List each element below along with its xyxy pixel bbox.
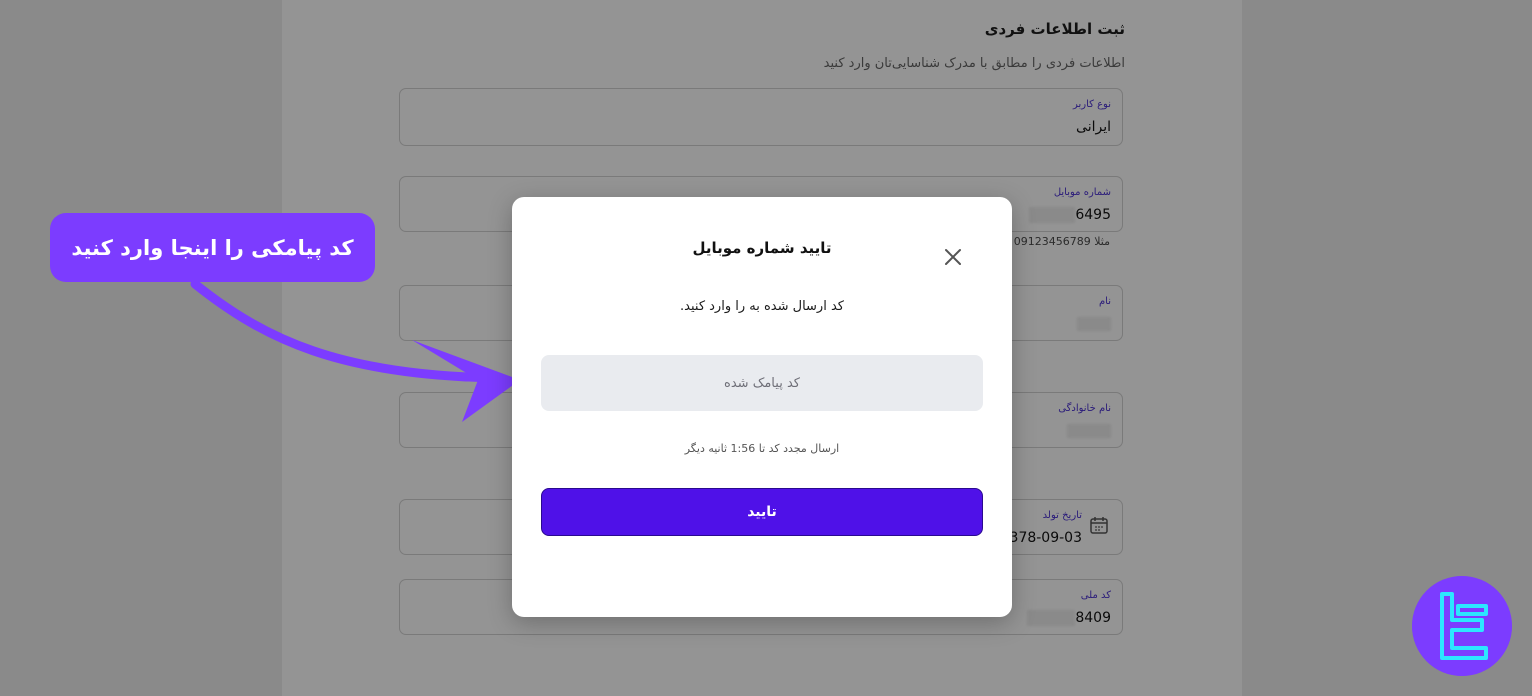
first-name-value (1077, 316, 1111, 332)
callout-bubble: کد پیامکی را اینجا وارد کنید (50, 213, 375, 282)
mobile-value: 6495 (1029, 207, 1111, 223)
national-id-digits: 8409 (1075, 610, 1111, 626)
redacted-block (1029, 207, 1076, 223)
birth-date-label: تاریخ تولد (1042, 510, 1082, 521)
form-title: ثبت اطلاعات فردی (984, 20, 1125, 38)
user-type-field[interactable]: نوع کاربر ایرانی (399, 88, 1123, 146)
national-id-value: 8409 (1027, 610, 1111, 626)
verify-mobile-modal: تایید شماره موبایل کد ارسال شده به را وا… (512, 197, 1012, 617)
redacted-block (1067, 424, 1111, 438)
mobile-label: شماره موبایل (1053, 187, 1111, 198)
modal-instruction: کد ارسال شده به را وارد کنید. (680, 299, 844, 314)
national-id-label: کد ملی (1080, 590, 1111, 601)
confirm-button[interactable]: تایید (541, 488, 983, 536)
close-icon[interactable] (940, 244, 966, 270)
calendar-icon[interactable] (1089, 515, 1109, 535)
brand-logo (1412, 576, 1512, 676)
redacted-block (1077, 317, 1111, 331)
user-type-value: ایرانی (1076, 119, 1111, 135)
last-name-label: نام خانوادگی (1058, 403, 1111, 414)
resend-timer: ارسال مجدد کد تا 1:56 ثانیه دیگر (684, 442, 840, 455)
callout-text: کد پیامکی را اینجا وارد کنید (71, 235, 354, 260)
modal-title: تایید شماره موبایل (692, 239, 832, 257)
redacted-block (1027, 610, 1076, 626)
user-type-label: نوع کاربر (1072, 99, 1111, 110)
sms-code-input[interactable] (541, 355, 983, 411)
first-name-label: نام (1098, 296, 1111, 307)
last-name-value (1067, 423, 1111, 439)
mobile-hint: مثلا 09123456789 (1013, 235, 1110, 248)
mobile-value-digits: 6495 (1075, 207, 1111, 223)
birth-date-value: 1378-09-03 (1000, 530, 1082, 546)
form-subtitle: اطلاعات فردی را مطابق با مدرک شناسایی‌تا… (823, 56, 1125, 71)
